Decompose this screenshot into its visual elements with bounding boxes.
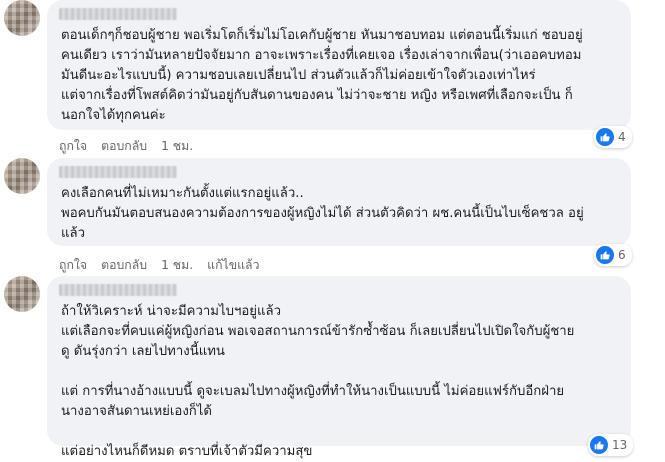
comment-bubble: ตอนเด็กๆก็ชอบผู้ชาย พอเริ่มโตก็เริ่มไม่โ… — [47, 0, 631, 130]
reaction-count: 13 — [612, 438, 628, 452]
comment-bubble: คงเลือกคนที่ไม่เหมาะกันตั้งแต่แรกอยู่แล้… — [47, 158, 631, 246]
like-icon — [596, 128, 614, 146]
comment-text: คงเลือกคนที่ไม่เหมาะกันตั้งแต่แรกอยู่แล้… — [61, 186, 584, 241]
avatar[interactable] — [4, 158, 40, 194]
comment-actions: ถูกใจ ตอบกลับ 1 ชม. แก้ไขแล้ว — [59, 256, 260, 275]
reaction-count-badge[interactable]: 4 — [594, 126, 632, 148]
avatar[interactable] — [4, 0, 40, 36]
comment-bubble: ถ้าให้วิเคราะห์ น่าจะมีความไบฯอยู่แล้ว แ… — [47, 276, 631, 459]
reaction-count: 6 — [618, 248, 626, 262]
reply-link[interactable]: ตอบกลับ — [101, 137, 147, 156]
author-name-blurred[interactable] — [59, 284, 177, 296]
reaction-count-badge[interactable]: 6 — [594, 244, 632, 266]
author-name-blurred[interactable] — [59, 8, 177, 20]
like-link[interactable]: ถูกใจ — [59, 256, 87, 275]
edited-label[interactable]: แก้ไขแล้ว — [207, 256, 259, 275]
like-icon — [590, 436, 608, 454]
reaction-count: 4 — [618, 130, 626, 144]
comment-actions: ถูกใจ ตอบกลับ 1 ชม. — [59, 137, 193, 156]
comment-text: ตอนเด็กๆก็ชอบผู้ชาย พอเริ่มโตก็เริ่มไม่โ… — [61, 28, 583, 123]
comment-text: ถ้าให้วิเคราะห์ น่าจะมีความไบฯอยู่แล้ว แ… — [61, 304, 575, 459]
like-icon — [596, 246, 614, 264]
avatar[interactable] — [4, 276, 40, 312]
reaction-count-badge[interactable]: 13 — [588, 434, 634, 456]
like-link[interactable]: ถูกใจ — [59, 137, 87, 156]
reply-link[interactable]: ตอบกลับ — [101, 256, 147, 275]
timestamp[interactable]: 1 ชม. — [161, 256, 193, 275]
timestamp[interactable]: 1 ชม. — [161, 137, 193, 156]
author-name-blurred[interactable] — [59, 166, 177, 178]
